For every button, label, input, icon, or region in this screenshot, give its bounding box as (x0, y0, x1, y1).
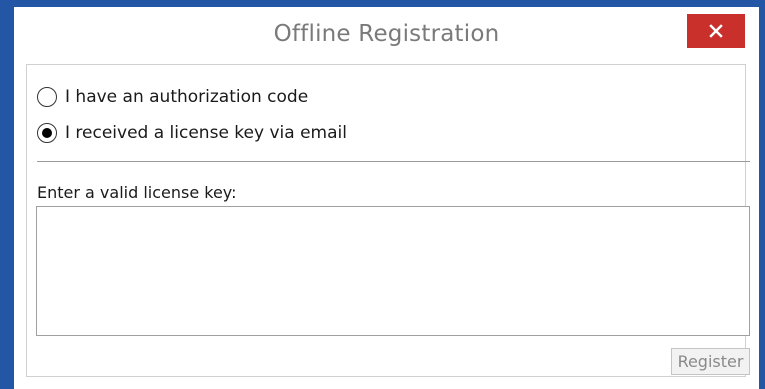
close-button[interactable] (687, 14, 745, 48)
offline-registration-dialog: Offline Registration I have an authoriza… (0, 0, 765, 389)
title-bar: Offline Registration (14, 7, 759, 65)
radio-authorization-code[interactable] (37, 87, 57, 107)
license-key-label: Enter a valid license key: (37, 183, 237, 202)
option-authorization-code-label: I have an authorization code (65, 87, 309, 107)
license-key-input[interactable] (36, 206, 750, 336)
registration-panel: I have an authorization code I received … (26, 64, 750, 377)
close-icon (709, 24, 723, 38)
radio-license-key-email[interactable] (37, 123, 57, 143)
divider (37, 161, 750, 162)
option-authorization-code[interactable]: I have an authorization code (37, 87, 308, 107)
option-license-key-email-label: I received a license key via email (65, 123, 347, 143)
register-button[interactable]: Register (671, 348, 750, 375)
option-license-key-email[interactable]: I received a license key via email (37, 123, 347, 143)
dialog-title: Offline Registration (273, 21, 500, 47)
